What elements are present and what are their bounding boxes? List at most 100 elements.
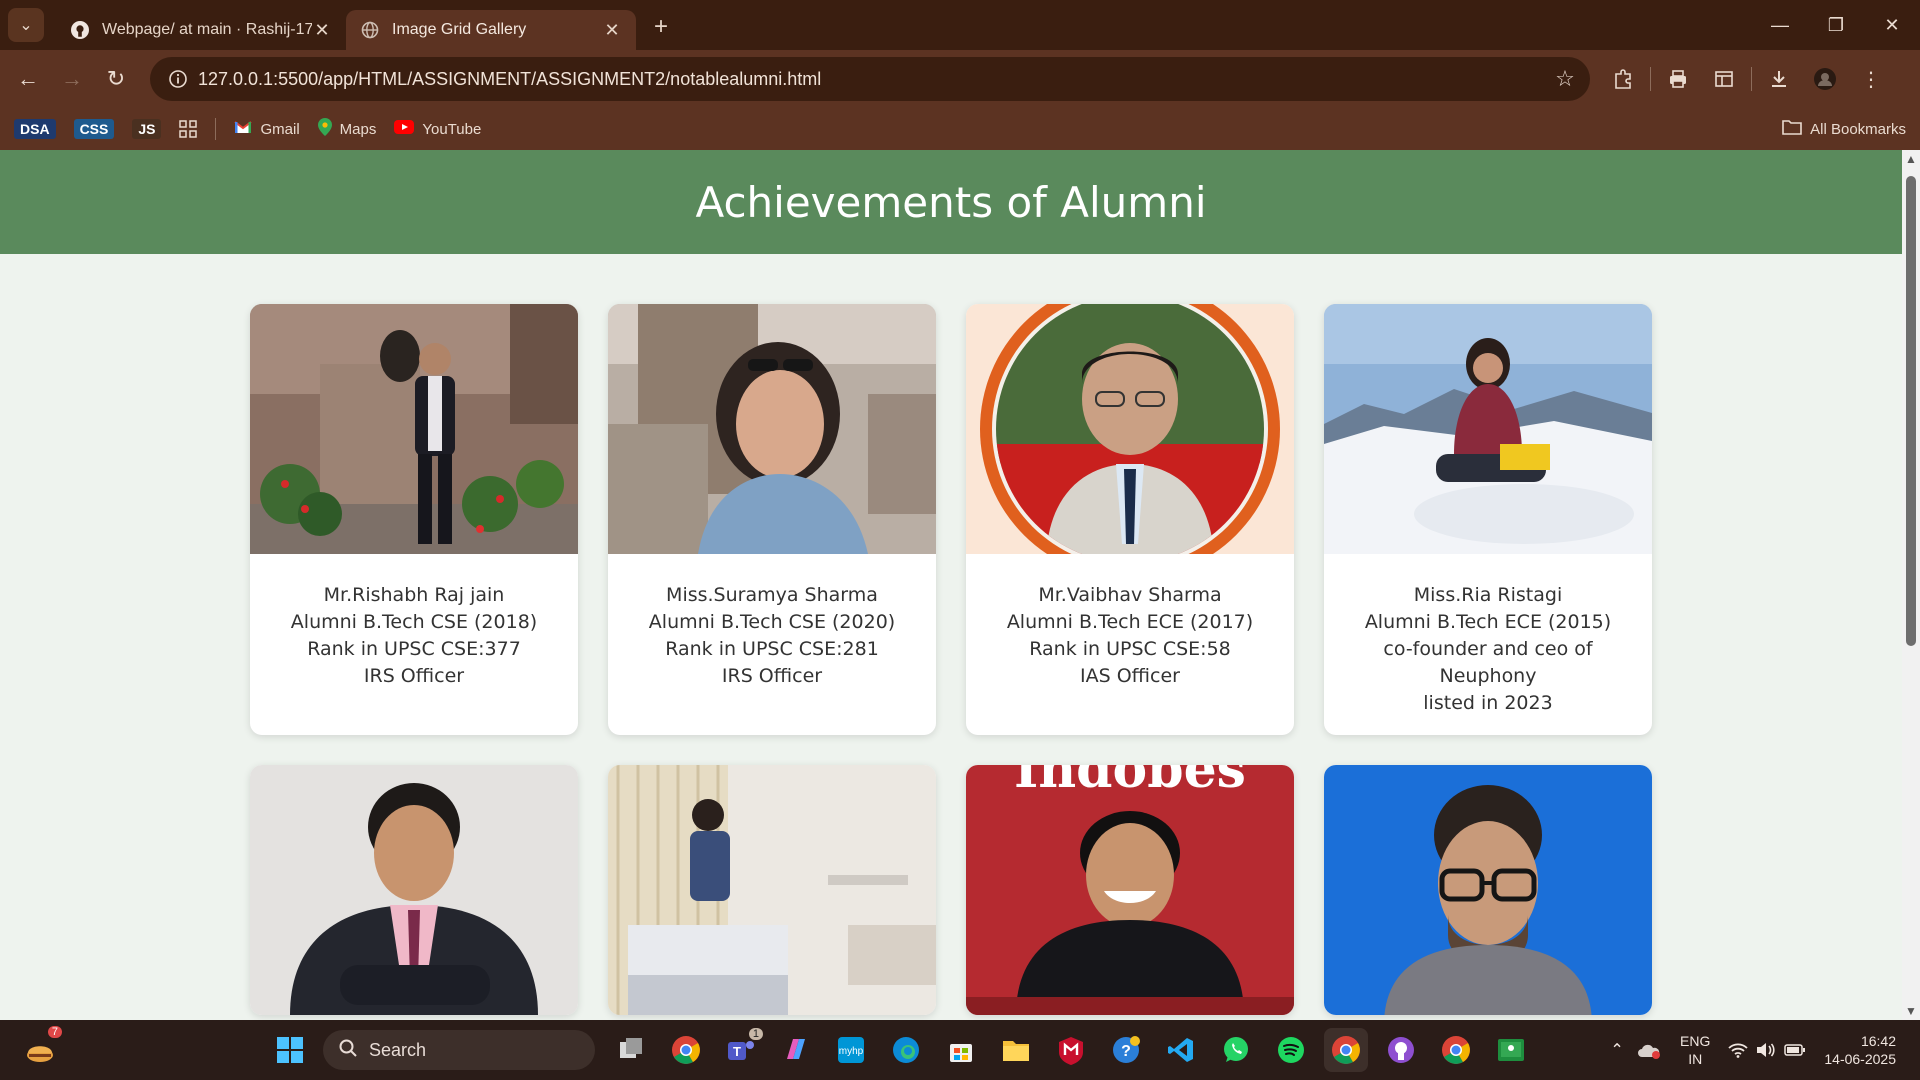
clock-time: 16:42 (1860, 1033, 1896, 1049)
bookmarks-bar: DSA CSS JS Gmail Maps YouTube All Bookma… (0, 108, 1920, 150)
notification-badge: 1 (748, 1028, 763, 1040)
classroom-icon[interactable] (1489, 1028, 1533, 1072)
file-explorer-icon[interactable] (994, 1028, 1038, 1072)
all-bookmarks[interactable]: All Bookmarks (1782, 108, 1906, 150)
input-language[interactable]: ENG IN (1680, 1032, 1710, 1068)
bookmark-youtube[interactable]: YouTube (394, 120, 481, 138)
windows-start-icon[interactable] (268, 1028, 312, 1072)
alumni-details: Miss.Ria Ristagi Alumni B.Tech ECE (2015… (1324, 554, 1652, 735)
bookmark-maps[interactable]: Maps (317, 118, 376, 140)
url-text[interactable]: 127.0.0.1:5500/app/HTML/ASSIGNMENT/ASSIG… (198, 69, 1540, 90)
address-bar[interactable]: 127.0.0.1:5500/app/HTML/ASSIGNMENT/ASSIG… (150, 57, 1590, 101)
clock[interactable]: 16:42 14-06-2025 (1824, 1032, 1896, 1068)
back-icon[interactable]: ← (6, 57, 50, 101)
whatsapp-icon[interactable] (1214, 1028, 1258, 1072)
page-scrollbar[interactable]: ▲ ▼ (1902, 150, 1920, 1020)
alumni-card: Indobes (966, 765, 1294, 1015)
alumni-5-photo (250, 765, 578, 1015)
bookmark-gmail[interactable]: Gmail (234, 120, 300, 138)
bookmark-dsa[interactable]: DSA (14, 119, 56, 139)
chrome-profile-icon[interactable] (1434, 1028, 1478, 1072)
tab-search-button[interactable]: ⌄ (8, 8, 44, 42)
bookmark-js[interactable]: JS (132, 119, 162, 139)
page-title: Achievements of Alumni (695, 177, 1207, 227)
edge-icon[interactable] (884, 1028, 928, 1072)
alumni-details: Mr.Rishabh Raj jain Alumni B.Tech CSE (2… (250, 554, 578, 732)
chrome-active-icon[interactable] (1324, 1028, 1368, 1072)
taskbar-search[interactable]: Search (323, 1030, 595, 1070)
alumni-card (1324, 765, 1652, 1015)
svg-text:T: T (733, 1044, 741, 1059)
search-icon (339, 1039, 357, 1062)
notification-badge: 7 (47, 1026, 62, 1038)
scrollbar-thumb[interactable] (1906, 176, 1916, 646)
show-hidden-icons[interactable]: ⌃ (1602, 1040, 1632, 1060)
folder-icon (1782, 119, 1802, 139)
weather-widget-icon[interactable]: 7 (18, 1026, 62, 1072)
tab-github[interactable]: Webpage/ at main · Rashij-17/W ✕ (56, 10, 346, 50)
apps-grid-icon[interactable] (179, 120, 198, 138)
alumni-line: Rank in UPSC CSE:377 (307, 638, 521, 660)
new-tab-icon[interactable]: + (654, 13, 668, 41)
alumni-6-photo (608, 765, 936, 1015)
copilot-icon[interactable] (774, 1028, 818, 1072)
reload-icon[interactable]: ↻ (94, 57, 138, 101)
windows-taskbar: 7 Search T 1 myhp ? ⌃ ENG IN 16:42 14-06… (0, 1020, 1920, 1080)
alumni-line: IRS Officer (721, 665, 823, 687)
globe-icon (360, 20, 380, 40)
onedrive-icon[interactable] (1632, 1041, 1666, 1059)
volume-icon[interactable] (1752, 1042, 1780, 1058)
extensions-icon[interactable] (1600, 57, 1646, 101)
toolbar-actions: ⋮ (1600, 50, 1894, 108)
myhp-icon[interactable]: myhp (829, 1028, 873, 1072)
tab-title: Image Grid Gallery (392, 21, 527, 38)
wifi-icon[interactable] (1724, 1042, 1752, 1058)
tab-strip: ⌄ Webpage/ at main · Rashij-17/W ✕ Image… (0, 0, 1920, 50)
alumni-line: Alumni B.Tech ECE (2017) (1006, 611, 1254, 633)
task-view-icon[interactable] (609, 1028, 653, 1072)
bookmark-star-icon[interactable]: ☆ (1540, 66, 1590, 92)
alumni-line: Alumni B.Tech CSE (2020) (648, 611, 896, 633)
help-icon[interactable]: ? (1104, 1028, 1148, 1072)
alumni-line: IRS Officer (363, 665, 465, 687)
alumni-line: Alumni B.Tech CSE (2018) (290, 611, 538, 633)
store-icon[interactable] (939, 1028, 983, 1072)
alumni-line: Mr.Vaibhav Sharma (1038, 584, 1222, 606)
vscode-icon[interactable] (1159, 1028, 1203, 1072)
window-controls: — ❐ ✕ (1752, 0, 1920, 50)
battery-icon[interactable] (1780, 1044, 1810, 1056)
download-icon[interactable] (1756, 57, 1802, 101)
profile-avatar[interactable] (1802, 57, 1848, 101)
close-icon[interactable]: ✕ (312, 20, 332, 41)
close-window-icon[interactable]: ✕ (1864, 0, 1920, 50)
chrome-icon[interactable] (664, 1028, 708, 1072)
alumni-line: Rank in UPSC CSE:58 (1029, 638, 1231, 660)
close-icon[interactable]: ✕ (602, 20, 622, 41)
alumni-line: Rank in UPSC CSE:281 (665, 638, 879, 660)
ria-photo (1324, 304, 1652, 554)
teams-icon[interactable]: T 1 (719, 1028, 763, 1072)
minimize-icon[interactable]: — (1752, 0, 1808, 50)
site-info-icon[interactable] (158, 69, 198, 89)
forward-icon[interactable]: → (50, 57, 94, 101)
spotify-icon[interactable] (1269, 1028, 1313, 1072)
scroll-up-icon[interactable]: ▲ (1905, 152, 1917, 166)
alumni-line: Mr.Rishabh Raj jain (323, 584, 505, 606)
tab-image-grid-gallery[interactable]: Image Grid Gallery ✕ (346, 10, 636, 50)
more-menu-icon[interactable]: ⋮ (1848, 57, 1894, 101)
github-desktop-icon[interactable] (1379, 1028, 1423, 1072)
alumni-line: co-founder and ceo of (1383, 638, 1593, 660)
mcafee-icon[interactable] (1049, 1028, 1093, 1072)
tab-title: Webpage/ at main · Rashij-17/W (102, 21, 312, 38)
page-header: Achievements of Alumni (0, 150, 1902, 254)
maps-pin-icon (317, 118, 332, 140)
toolbar-divider (1751, 67, 1752, 91)
alumni-details: Mr.Vaibhav Sharma Alumni B.Tech ECE (201… (966, 554, 1294, 732)
alumni-line: Miss.Suramya Sharma (666, 584, 878, 606)
reading-mode-icon[interactable] (1701, 57, 1747, 101)
bookmark-css[interactable]: CSS (73, 119, 115, 139)
print-icon[interactable] (1655, 57, 1701, 101)
scroll-down-icon[interactable]: ▼ (1905, 1004, 1917, 1018)
alumni-line: listed in 2023 (1423, 692, 1553, 714)
restore-icon[interactable]: ❐ (1808, 0, 1864, 50)
